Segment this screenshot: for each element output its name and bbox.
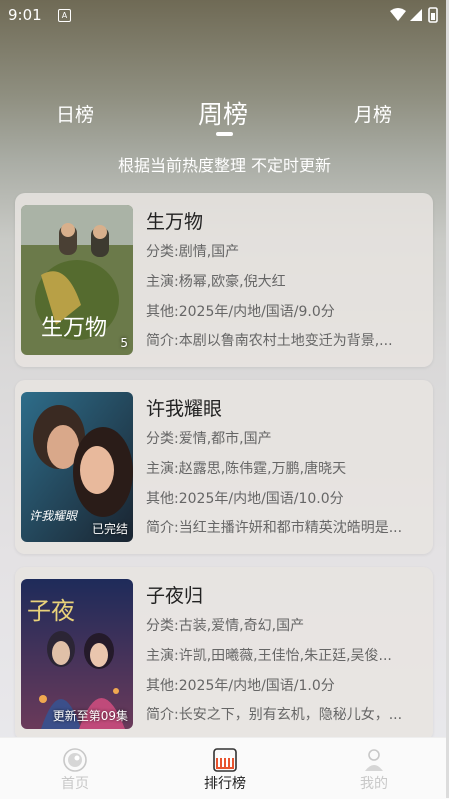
category-row: 分类:剧情,国产 — [146, 244, 240, 260]
nav-rank[interactable]: 排行榜 — [150, 738, 300, 799]
app-notification-icon: A — [58, 9, 71, 22]
status-time: 9:01 — [8, 6, 42, 24]
status-icons — [389, 7, 441, 27]
poster-image: 许我耀眼 已完结 — [21, 392, 133, 542]
svg-text:生万物: 生万物 — [41, 316, 107, 341]
profile-icon — [365, 749, 383, 771]
other-row: 其他:2025年/内地/国语/9.0分 — [146, 304, 335, 320]
nav-mine-label: 我的 — [360, 776, 388, 792]
intro-row: 简介:本剧以鲁南农村土地变迁为背景,... — [146, 333, 393, 349]
drama-title: 许我耀眼 — [146, 398, 223, 420]
tab-indicator — [216, 132, 233, 136]
svg-text:子夜: 子夜 — [27, 597, 75, 625]
cast-row: 主演:赵露思,陈伟霆,万鹏,唐晓天 — [146, 461, 347, 477]
wifi-icon — [390, 8, 406, 21]
poster-image: 子夜 更新至第09集 — [21, 579, 133, 729]
status-badge: 已完结 — [91, 522, 128, 536]
ranking-icon — [213, 748, 237, 772]
tab-month[interactable]: 月榜 — [354, 100, 392, 127]
nav-rank-label: 排行榜 — [204, 776, 246, 792]
cast-row: 主演:许凯,田曦薇,王佳怡,朱正廷,吴俊... — [146, 648, 392, 664]
drama-card[interactable]: 生万物 5 生万物 分类:剧情,国产 主演:杨幂,欧豪,倪大红 其他:2025年… — [15, 193, 433, 367]
home-icon — [63, 748, 87, 772]
episode-badge: 5 — [120, 336, 128, 350]
episode-badge: 更新至第09集 — [52, 709, 128, 723]
status-bar: 9:01 A — [0, 0, 449, 32]
nav-home[interactable]: 首页 — [0, 738, 150, 799]
nav-mine[interactable]: 我的 — [299, 738, 449, 799]
drama-card[interactable]: 许我耀眼 已完结 许我耀眼 分类:爱情,都市,国产 主演:赵露思,陈伟霆,万鹏,… — [15, 380, 433, 554]
drama-title: 子夜归 — [146, 585, 204, 607]
cast-row: 主演:杨幂,欧豪,倪大红 — [146, 274, 286, 290]
subtitle: 根据当前热度整理 不定时更新 — [117, 156, 332, 175]
category-row: 分类:古装,爱情,奇幻,国产 — [146, 618, 305, 634]
other-row: 其他:2025年/内地/国语/1.0分 — [146, 678, 335, 694]
tab-week[interactable]: 周榜 — [198, 95, 248, 131]
category-row: 分类:爱情,都市,国产 — [146, 431, 272, 447]
poster-image: 生万物 5 — [21, 205, 133, 355]
other-row: 其他:2025年/内地/国语/10.0分 — [146, 491, 344, 507]
bottom-navigation: 首页 排行榜 我的 — [0, 737, 449, 799]
drama-title: 生万物 — [146, 211, 204, 233]
rank-tabs: 日榜 周榜 月榜 — [0, 95, 449, 135]
intro-row: 简介:当红主播许妍和都市精英沈皓明是... — [146, 520, 403, 536]
signal-icon — [410, 9, 422, 21]
intro-row: 简介:长安之下，别有玄机，隐秘儿女，... — [146, 707, 403, 723]
svg-text:许我耀眼: 许我耀眼 — [29, 509, 79, 523]
nav-home-label: 首页 — [61, 776, 89, 792]
drama-card[interactable]: 子夜 更新至第09集 子夜归 分类:古装,爱情,奇幻,国产 主演:许凯,田曦薇,… — [15, 567, 433, 741]
tab-day[interactable]: 日榜 — [56, 100, 94, 127]
